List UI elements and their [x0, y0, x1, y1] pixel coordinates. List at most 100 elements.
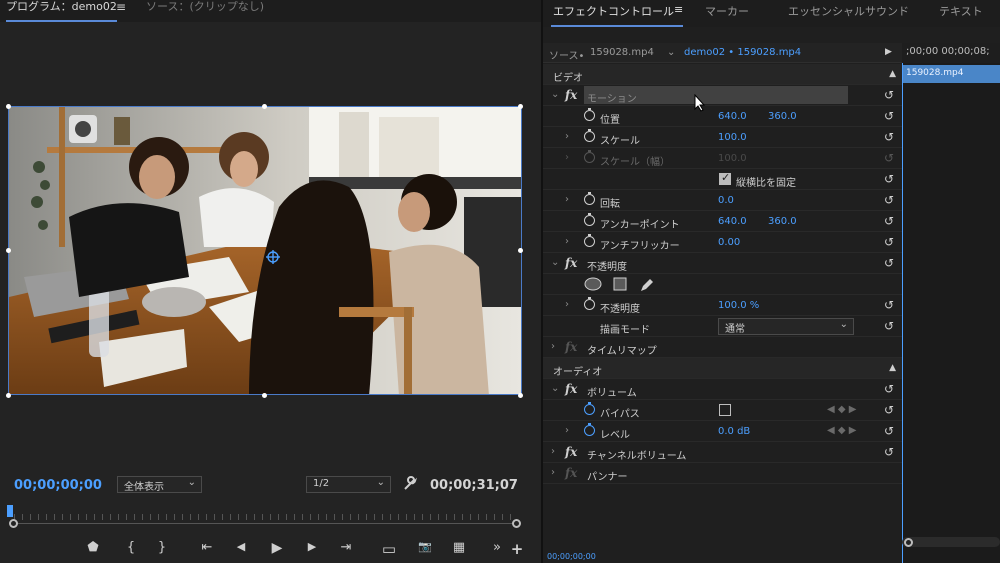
- mark-in-button[interactable]: {: [123, 540, 139, 555]
- chevron-right-icon[interactable]: ›: [551, 446, 555, 457]
- effects-menu-icon[interactable]: ≡: [674, 3, 683, 16]
- scale-value[interactable]: 100.0: [718, 132, 747, 143]
- play-button[interactable]: ▶: [269, 540, 285, 556]
- position-x-value[interactable]: 640.0: [718, 111, 747, 122]
- stopwatch-icon[interactable]: [584, 129, 595, 142]
- transform-handle[interactable]: [6, 248, 11, 253]
- mark-out-button[interactable]: }: [154, 540, 170, 555]
- effect-row-panner[interactable]: › fx パンナー: [543, 463, 902, 484]
- fx-toggle-icon[interactable]: fx: [565, 256, 577, 270]
- stopwatch-icon[interactable]: [584, 234, 595, 247]
- position-y-value[interactable]: 360.0: [768, 111, 797, 122]
- anchor-y-value[interactable]: 360.0: [768, 216, 797, 227]
- timeline-zoom-handle[interactable]: [904, 538, 913, 547]
- reset-icon[interactable]: ↺: [884, 172, 894, 186]
- chevron-down-icon[interactable]: ⌄: [551, 89, 559, 100]
- audio-section-header[interactable]: オーディオ ▲: [543, 358, 902, 379]
- playhead[interactable]: [7, 505, 13, 517]
- transform-handle[interactable]: [518, 248, 523, 253]
- reset-icon[interactable]: ↺: [884, 298, 894, 312]
- chevron-right-icon[interactable]: ›: [565, 194, 569, 205]
- reset-icon[interactable]: ↺: [884, 214, 894, 228]
- stopwatch-icon[interactable]: [584, 402, 595, 415]
- chevron-right-icon[interactable]: ›: [551, 341, 555, 352]
- time-ruler[interactable]: [14, 514, 517, 530]
- reset-icon[interactable]: ↺: [884, 403, 894, 417]
- show-timeline-arrow-icon[interactable]: ▶: [885, 47, 892, 57]
- timeline-scrollbar[interactable]: [902, 537, 1000, 547]
- chevron-right-icon[interactable]: ›: [551, 467, 555, 478]
- safe-margins-button[interactable]: ▭: [381, 540, 397, 558]
- step-back-button[interactable]: ◀: [233, 540, 249, 553]
- uniform-scale-checkbox[interactable]: [719, 171, 731, 185]
- rectangle-mask-icon[interactable]: [613, 277, 627, 291]
- reset-icon[interactable]: ↺: [884, 88, 894, 102]
- reset-icon[interactable]: ↺: [884, 319, 894, 333]
- transform-handle[interactable]: [518, 393, 523, 398]
- go-to-in-button[interactable]: ⇤: [199, 540, 215, 555]
- fx-toggle-icon[interactable]: fx: [565, 445, 577, 459]
- timeline-clip[interactable]: 159028.mp4: [902, 65, 1000, 83]
- wrench-icon[interactable]: [402, 476, 418, 492]
- reset-icon[interactable]: ↺: [884, 382, 894, 396]
- keyframe-navigator[interactable]: ◀ ◆ ▶: [827, 425, 856, 436]
- reset-icon[interactable]: ↺: [884, 235, 894, 249]
- anti-flicker-value[interactable]: 0.00: [718, 237, 740, 248]
- chevron-down-icon[interactable]: ⌄: [551, 257, 559, 268]
- program-menu-icon[interactable]: ≡: [116, 0, 126, 14]
- level-value[interactable]: 0.0 dB: [718, 426, 750, 437]
- effect-row-volume[interactable]: ⌄ fx ボリューム ↺: [543, 379, 902, 400]
- effect-row-channel-volume[interactable]: › fx チャンネルボリューム ↺: [543, 442, 902, 463]
- effect-row-time-remap[interactable]: › fx タイムリマップ: [543, 337, 902, 358]
- transform-handle[interactable]: [518, 104, 523, 109]
- opacity-value[interactable]: 100.0 %: [718, 300, 759, 311]
- effect-row-motion[interactable]: ⌄ fx モーション ↺: [543, 85, 902, 112]
- stopwatch-icon[interactable]: [584, 213, 595, 226]
- add-marker-button[interactable]: ⬟: [85, 540, 101, 555]
- chevron-right-icon[interactable]: ›: [565, 425, 569, 436]
- chevron-down-icon[interactable]: ⌄: [667, 47, 675, 58]
- tab-program[interactable]: プログラム：demo02: [6, 0, 117, 22]
- go-to-out-button[interactable]: ⇥: [338, 540, 354, 555]
- video-section-header[interactable]: ビデオ ▲: [543, 64, 902, 85]
- button-editor-add[interactable]: +: [509, 540, 525, 558]
- keyframe-navigator[interactable]: ◀ ◆ ▶: [827, 404, 856, 415]
- chevron-right-icon[interactable]: ›: [565, 236, 569, 247]
- fx-toggle-icon[interactable]: fx: [565, 88, 577, 102]
- collapse-up-icon[interactable]: ▲: [889, 363, 896, 373]
- anchor-x-value[interactable]: 640.0: [718, 216, 747, 227]
- chevron-right-icon[interactable]: ›: [565, 131, 569, 142]
- resolution-select[interactable]: 1/2 ⌄: [306, 476, 391, 493]
- fx-toggle-icon[interactable]: fx: [565, 382, 577, 396]
- reset-icon[interactable]: ↺: [884, 256, 894, 270]
- transform-handle[interactable]: [262, 393, 267, 398]
- zoom-level-select[interactable]: 全体表示 ⌄: [117, 476, 202, 493]
- collapse-up-icon[interactable]: ▲: [889, 69, 896, 79]
- export-frame-button[interactable]: 📷: [417, 540, 433, 553]
- effect-controls-timecode[interactable]: 00;00;00;00: [547, 552, 596, 561]
- tab-effect-controls[interactable]: エフェクトコントロール: [553, 3, 674, 19]
- zoom-end-handle[interactable]: [512, 519, 521, 528]
- ellipse-mask-icon[interactable]: [584, 277, 602, 291]
- chevron-down-icon[interactable]: ⌄: [551, 383, 559, 394]
- reset-icon[interactable]: ↺: [884, 130, 894, 144]
- tab-text[interactable]: テキスト: [939, 3, 983, 19]
- effect-row-opacity[interactable]: ⌄ fx 不透明度 ↺: [543, 253, 902, 274]
- step-forward-button[interactable]: ▶: [304, 540, 320, 553]
- transform-handle[interactable]: [6, 393, 11, 398]
- tab-essential-sound[interactable]: エッセンシャルサウンド: [788, 3, 909, 19]
- transform-handle[interactable]: [6, 104, 11, 109]
- chevron-right-icon[interactable]: ›: [565, 299, 569, 310]
- bypass-checkbox[interactable]: [719, 404, 731, 416]
- tab-source[interactable]: ソース：(クリップなし): [146, 0, 264, 22]
- stopwatch-icon[interactable]: [584, 423, 595, 436]
- more-buttons-button[interactable]: »: [489, 540, 505, 555]
- blend-mode-select[interactable]: 通常 ⌄: [718, 318, 854, 335]
- zoom-start-handle[interactable]: [9, 519, 18, 528]
- reset-icon[interactable]: ↺: [884, 109, 894, 123]
- effect-timeline[interactable]: 159028.mp4: [902, 43, 1000, 563]
- reset-icon[interactable]: ↺: [884, 445, 894, 459]
- source-clip-name[interactable]: 159028.mp4: [590, 47, 654, 58]
- timeline-playhead[interactable]: [902, 43, 903, 563]
- stopwatch-icon[interactable]: [584, 297, 595, 310]
